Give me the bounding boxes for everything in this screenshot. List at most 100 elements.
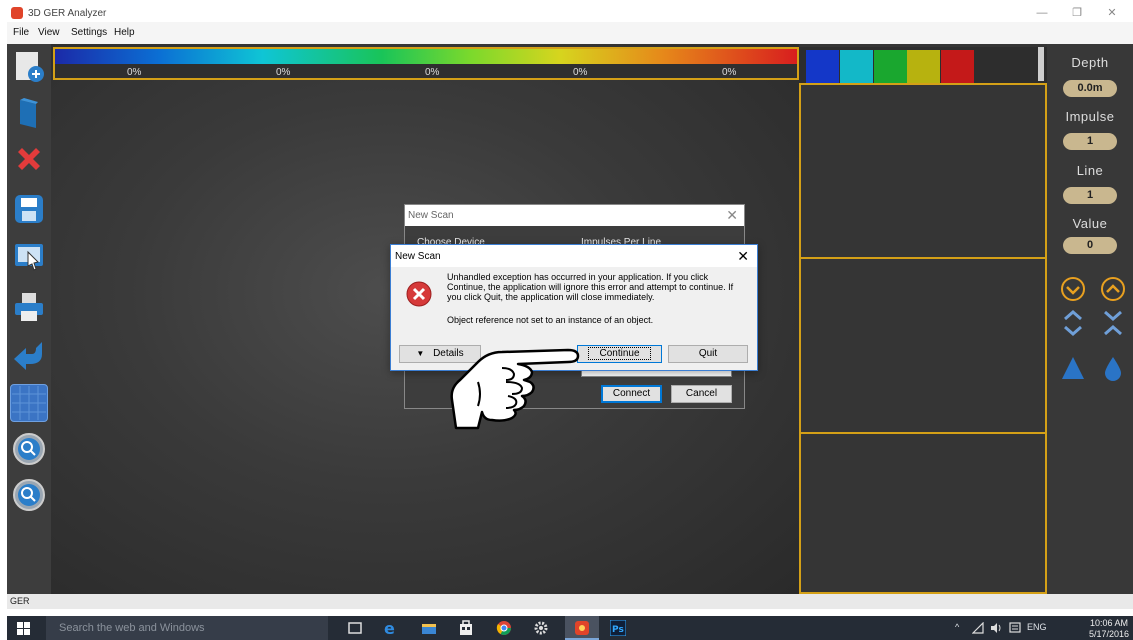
scroll-up-circle-icon[interactable] <box>1099 275 1127 303</box>
continue-button-label: Continue <box>588 347 651 360</box>
zoom-out-button[interactable] <box>10 476 48 514</box>
value-value: 0 <box>1063 237 1117 254</box>
active-app-slot[interactable] <box>565 616 599 640</box>
chevron-down-icon: ▼ <box>416 349 425 358</box>
close-button[interactable]: ✕ <box>1097 6 1127 21</box>
scroll-down-circle-icon[interactable] <box>1059 275 1087 303</box>
exception-dialog-title: New Scan <box>395 251 441 262</box>
file-explorer-icon[interactable] <box>421 620 437 636</box>
left-toolbar <box>7 44 51 594</box>
window-title: 3D GER Analyzer <box>28 8 107 19</box>
new-scan-close-icon[interactable]: ✕ <box>726 207 738 224</box>
swatch-green[interactable] <box>874 50 907 83</box>
view-cell-3[interactable] <box>799 432 1047 594</box>
depth-label: Depth <box>1071 55 1109 70</box>
menu-help[interactable]: Help <box>114 27 135 38</box>
swatch-scrollbar[interactable] <box>1038 47 1044 81</box>
settings-gear-icon[interactable] <box>533 620 549 636</box>
print-button[interactable] <box>10 288 48 326</box>
edge-icon[interactable]: e <box>383 620 399 636</box>
taskbar-clock[interactable]: 10:06 AM 5/17/2016 <box>1089 618 1129 640</box>
store-icon[interactable] <box>458 620 474 636</box>
scale-percent-4: 0% <box>573 67 588 78</box>
swatch-blue[interactable] <box>806 50 839 83</box>
delete-icon <box>18 148 40 170</box>
windows-start-icon[interactable] <box>17 622 30 635</box>
restore-button[interactable]: ❐ <box>1062 6 1092 21</box>
delete-button[interactable] <box>10 140 48 178</box>
zoom-in-button[interactable] <box>10 430 48 468</box>
open-button[interactable] <box>10 94 48 132</box>
volume-icon[interactable] <box>990 622 1002 634</box>
photoshop-icon[interactable]: Ps <box>610 620 626 636</box>
view-grid-panel <box>799 44 1047 594</box>
new-scan-dialog-titlebar: New Scan ✕ <box>405 205 744 226</box>
scale-percent-5: 0% <box>722 67 737 78</box>
new-scan-dialog-title: New Scan <box>408 210 454 221</box>
swatch-cyan[interactable] <box>840 50 873 83</box>
zoom-out-icon <box>13 479 45 511</box>
clock-date: 5/17/2016 <box>1088 629 1129 639</box>
color-scale-bar: 0% 0% 0% 0% 0% <box>53 47 799 80</box>
readout-panel: Depth 0.0m Impulse 1 Line 1 Value 0 <box>1047 44 1133 594</box>
taskbar-search[interactable]: Search the web and Windows <box>46 616 328 640</box>
error-icon <box>406 281 432 307</box>
clock-time: 10:06 AM <box>1089 618 1128 628</box>
svg-text:e: e <box>384 620 395 636</box>
swatch-yellow[interactable] <box>907 50 940 83</box>
zoom-in-icon <box>13 433 45 465</box>
expand-icon[interactable] <box>1059 309 1087 337</box>
menu-view[interactable]: View <box>38 27 60 38</box>
connect-button[interactable]: Connect <box>601 385 662 403</box>
taskbar: Search the web and Windows e Ps ^ ENG 10… <box>7 616 1133 640</box>
depth-value: 0.0m <box>1063 80 1117 97</box>
save-button[interactable] <box>10 190 48 228</box>
language-indicator[interactable]: ENG <box>1027 622 1047 632</box>
triangle-icon[interactable] <box>1059 354 1087 382</box>
pointing-hand-icon <box>450 348 580 430</box>
value-label: Value <box>1072 216 1108 231</box>
scale-percent-3: 0% <box>425 67 440 78</box>
scale-percent-2: 0% <box>276 67 291 78</box>
title-bar: 3D GER Analyzer — ❐ ✕ <box>7 5 1133 22</box>
grid-button[interactable] <box>10 384 48 422</box>
show-hidden-icons-icon[interactable]: ^ <box>955 622 959 632</box>
minimize-button[interactable]: — <box>1027 6 1057 21</box>
book-icon <box>20 98 38 128</box>
status-text: GER <box>10 596 30 606</box>
view-cell-2[interactable] <box>799 257 1047 434</box>
color-swatch-row <box>799 47 1047 83</box>
new-scan-button[interactable] <box>10 48 48 86</box>
exception-dialog-titlebar: New Scan ✕ <box>391 245 757 267</box>
continue-button[interactable]: Continue <box>577 345 662 363</box>
grid-icon <box>12 386 46 420</box>
exception-close-icon[interactable]: ✕ <box>737 248 749 265</box>
exception-message: Unhandled exception has occurred in your… <box>447 272 734 302</box>
print-icon <box>15 293 43 321</box>
menu-settings[interactable]: Settings <box>71 27 107 38</box>
impulse-value: 1 <box>1063 133 1117 150</box>
cancel-button[interactable]: Cancel <box>671 385 732 403</box>
exception-detail: Object reference not set to an instance … <box>447 315 654 325</box>
chrome-icon[interactable] <box>496 620 512 636</box>
task-view-icon[interactable] <box>347 620 363 636</box>
network-icon[interactable] <box>972 622 984 634</box>
menu-file[interactable]: File <box>13 27 29 38</box>
ger-analyzer-taskbar-icon <box>575 621 589 635</box>
color-gradient-strip <box>55 49 797 64</box>
quit-button[interactable]: Quit <box>668 345 748 363</box>
notifications-icon[interactable] <box>1009 622 1021 634</box>
swatch-red[interactable] <box>941 50 974 83</box>
svg-text:Ps: Ps <box>612 625 624 635</box>
touch-screen-button[interactable] <box>10 238 48 276</box>
app-icon <box>11 7 23 19</box>
line-label: Line <box>1076 163 1104 178</box>
touch-screen-icon <box>15 244 43 271</box>
collapse-icon[interactable] <box>1099 309 1127 337</box>
new-scan-icon <box>16 52 44 82</box>
back-button[interactable] <box>10 336 48 374</box>
impulse-label: Impulse <box>1065 109 1115 124</box>
water-drop-icon[interactable] <box>1099 354 1127 382</box>
status-bar: GER <box>7 594 1133 609</box>
view-cell-1[interactable] <box>799 83 1047 259</box>
